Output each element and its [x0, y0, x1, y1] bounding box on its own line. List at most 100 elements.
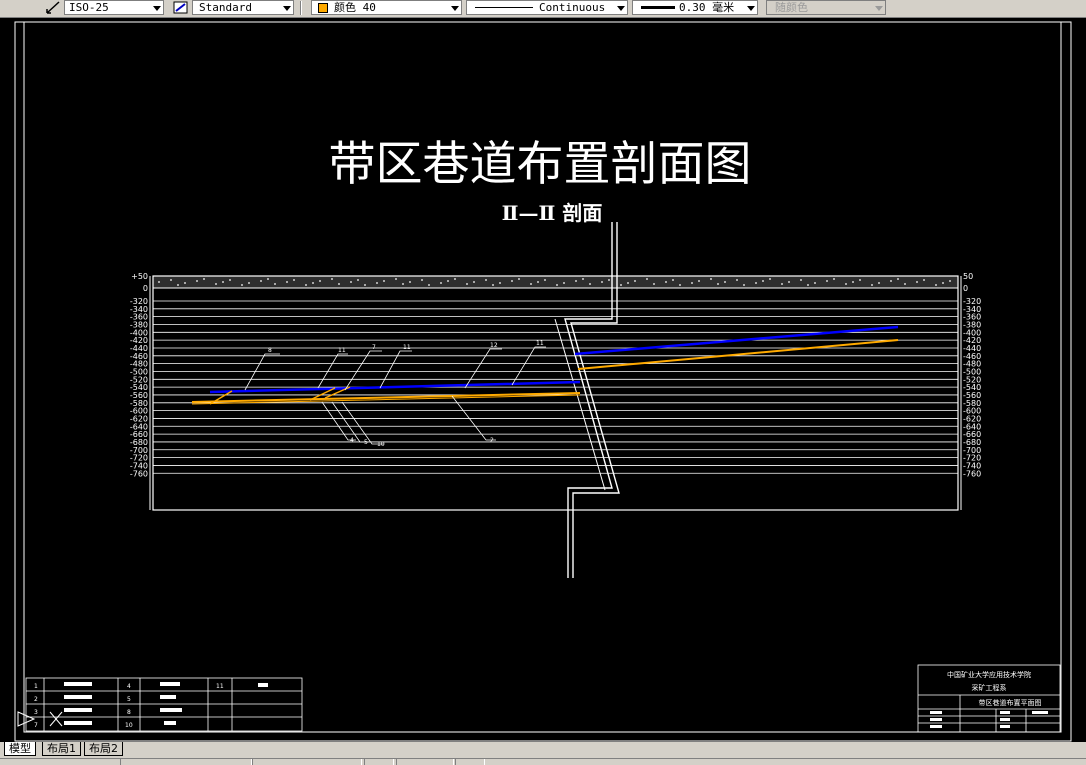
- surface-dot: [229, 279, 231, 281]
- surface-dot: [338, 283, 340, 285]
- tag-label: 8: [268, 347, 272, 354]
- surface-dot: [724, 281, 726, 283]
- roadway-orange-right: [577, 339, 899, 370]
- surface-dot: [222, 281, 224, 283]
- surface-dot: [492, 284, 494, 286]
- surface-dot: [274, 283, 276, 285]
- roadways: [191, 325, 899, 405]
- surface-dot: [743, 284, 745, 286]
- surface-dot: [620, 284, 622, 286]
- status-cell: [120, 759, 252, 765]
- legend-number: 1: [34, 683, 38, 690]
- surface-dot: [170, 279, 172, 281]
- surface-dot: [890, 280, 892, 282]
- surface-dot: [350, 281, 352, 283]
- surface-dot: [267, 278, 269, 280]
- surface-dot: [286, 281, 288, 283]
- legend-number: 4: [127, 683, 131, 690]
- surface-dot: [563, 282, 565, 284]
- tag-label: 11: [536, 340, 544, 347]
- surface-dot: [627, 282, 629, 284]
- legend-number: 10: [125, 722, 133, 729]
- tag-label: 4: [350, 437, 354, 444]
- tab-layout1[interactable]: 布局1: [42, 742, 81, 756]
- surface-dot: [421, 279, 423, 281]
- tab-model[interactable]: 模型: [4, 742, 36, 756]
- legend-number: 2: [34, 696, 38, 703]
- surface-dot: [800, 279, 802, 281]
- surface-dot: [364, 284, 366, 286]
- surface-dot: [634, 280, 636, 282]
- dimension-style-icon[interactable]: [44, 0, 62, 15]
- surface-dot: [537, 281, 539, 283]
- chevron-down-icon: [747, 6, 755, 11]
- title-block-dept: 采矿工程系: [972, 683, 1007, 692]
- surface-dot: [305, 284, 307, 286]
- surface-dot: [904, 283, 906, 285]
- elevation-label: -760: [130, 469, 148, 478]
- elevation-label: -760: [963, 469, 981, 478]
- linetype-select[interactable]: Continuous: [466, 0, 628, 15]
- surface-dot: [485, 279, 487, 281]
- color-select[interactable]: 颜色 40: [311, 0, 462, 15]
- surface-dot: [395, 278, 397, 280]
- surface-dot: [878, 282, 880, 284]
- surface-dot: [409, 281, 411, 283]
- plotstyle-value: 随颜色: [775, 1, 808, 14]
- surface-dot: [788, 281, 790, 283]
- surface-dot: [923, 279, 925, 281]
- table-style-select[interactable]: Standard: [192, 0, 294, 15]
- legend-number: 11: [216, 683, 224, 690]
- surface-dot: [762, 280, 764, 282]
- tag-label: 2: [490, 437, 494, 444]
- surface-dot: [312, 282, 314, 284]
- drawing-subtitle: Ⅱ—Ⅱ 剖面: [502, 201, 603, 225]
- surface-dot: [499, 282, 501, 284]
- drawing-canvas[interactable]: 带区巷道布置剖面图 Ⅱ—Ⅱ 剖面 +50 0 -320 -340 -360 -380 -40…: [0, 18, 1086, 742]
- color-value: 颜色 40: [334, 1, 376, 14]
- surface-dot: [665, 281, 667, 283]
- status-cell: [455, 759, 485, 765]
- status-cell: [364, 759, 394, 765]
- surface-dot: [698, 280, 700, 282]
- surface-dot: [646, 278, 648, 280]
- table-style-icon[interactable]: [172, 0, 190, 15]
- legend-number: 8: [127, 709, 131, 716]
- surface-dot: [769, 278, 771, 280]
- toolbar-separator: [300, 1, 302, 15]
- surface-dot: [158, 281, 160, 283]
- linetype-value: Continuous: [539, 1, 606, 14]
- lineweight-select[interactable]: 0.30 毫米: [632, 0, 758, 15]
- surface-dot: [871, 284, 873, 286]
- surface-dot: [518, 278, 520, 280]
- surface-dot: [852, 281, 854, 283]
- surface-dot: [814, 282, 816, 284]
- surface-dot: [215, 283, 217, 285]
- surface-dot: [241, 284, 243, 286]
- surface-dot: [781, 283, 783, 285]
- title-block-school: 中国矿业大学应用技术学院: [947, 670, 1031, 679]
- dimension-style-select[interactable]: ISO-25: [64, 0, 164, 15]
- tab-layout2[interactable]: 布局2: [84, 742, 123, 756]
- surface-dot: [376, 282, 378, 284]
- surface-dot: [511, 280, 513, 282]
- roadway-orange-left: [191, 392, 581, 403]
- plotstyle-select: 随颜色: [766, 0, 886, 15]
- surface-dot: [556, 284, 558, 286]
- elevation-scale-left: +500-320-340-360-380-400-420-440-460-480…: [130, 272, 148, 478]
- surface-dot: [717, 283, 719, 285]
- surface-dot: [177, 284, 179, 286]
- surface-dot: [942, 282, 944, 284]
- chevron-down-icon: [153, 6, 161, 11]
- tag-label: 12: [490, 342, 498, 349]
- surface-dot: [935, 284, 937, 286]
- surface-dot: [293, 279, 295, 281]
- surface-dot: [466, 283, 468, 285]
- tag-label: 7: [372, 344, 376, 351]
- elevation-label: 0: [143, 284, 148, 293]
- lineweight-value: 0.30 毫米: [679, 1, 735, 14]
- surface-dot: [203, 278, 205, 280]
- surface-dot: [473, 281, 475, 283]
- surface-layer: [152, 275, 959, 289]
- elevation-label: 0: [963, 284, 968, 293]
